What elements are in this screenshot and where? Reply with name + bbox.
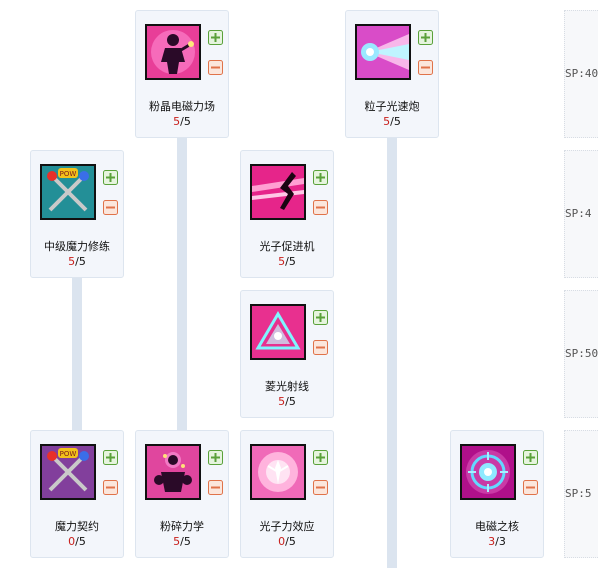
sp-label: SP:5: [565, 487, 592, 500]
skill-card[interactable]: 光子力效应 0/5: [240, 430, 334, 558]
skill-current-level: 5: [278, 395, 286, 408]
decrease-skill-button[interactable]: [313, 200, 328, 215]
increase-skill-button[interactable]: [313, 310, 328, 325]
increase-skill-button[interactable]: [208, 30, 223, 45]
increase-skill-button[interactable]: [313, 450, 328, 465]
skill-max-level: 5: [288, 535, 296, 548]
skill-name: 电磁之核: [475, 520, 519, 533]
decrease-skill-button[interactable]: [103, 200, 118, 215]
skill-max-level: 5: [393, 115, 401, 128]
skill-level: 5/5: [68, 255, 86, 268]
skill-card[interactable]: POW 中级魔力修练 5/5: [30, 150, 124, 278]
sp-label: SP:4: [565, 207, 592, 220]
sp-requirement: SP:40: [564, 10, 598, 138]
decrease-skill-button[interactable]: [103, 480, 118, 495]
pow-wands-purple-icon[interactable]: POW: [40, 444, 96, 500]
crush-mechanics-icon[interactable]: [145, 444, 201, 500]
prism-ray-icon[interactable]: [250, 304, 306, 360]
skill-level: 5/5: [173, 115, 191, 128]
sp-requirement: SP:4: [564, 150, 598, 278]
sp-requirement: SP:50: [564, 290, 598, 418]
decrease-skill-button[interactable]: [313, 340, 328, 355]
skill-current-level: 5: [383, 115, 391, 128]
skill-name: 光子力效应: [259, 520, 315, 533]
skill-card[interactable]: 菱光射线 5/5: [240, 290, 334, 418]
skill-level: 5/5: [278, 255, 296, 268]
skill-name: 粉晶电磁力场: [149, 100, 215, 113]
particle-beam-icon[interactable]: [355, 24, 411, 80]
skill-current-level: 5: [173, 115, 181, 128]
skill-card[interactable]: POW 魔力契约 0/5: [30, 430, 124, 558]
skill-current-level: 5: [68, 255, 76, 268]
skill-card[interactable]: 粒子光速炮 5/5: [345, 10, 439, 138]
skill-card[interactable]: 电磁之核 3/3: [450, 430, 544, 558]
sp-requirement: SP:5: [564, 430, 598, 558]
skill-level: 5/5: [173, 535, 191, 548]
skill-level: 3/3: [488, 535, 506, 548]
svg-text:POW: POW: [60, 450, 77, 458]
skill-level: 5/5: [278, 395, 296, 408]
decrease-skill-button[interactable]: [208, 60, 223, 75]
skill-max-level: 5: [78, 535, 86, 548]
sp-label: SP:50: [565, 347, 598, 360]
tree-connector: [387, 138, 397, 568]
skill-max-level: 5: [288, 395, 296, 408]
sp-label: SP:40: [565, 67, 598, 80]
increase-skill-button[interactable]: [313, 170, 328, 185]
skill-name: 粒子光速炮: [364, 100, 420, 113]
tree-connector: [72, 278, 82, 432]
increase-skill-button[interactable]: [418, 30, 433, 45]
decrease-skill-button[interactable]: [523, 480, 538, 495]
decrease-skill-button[interactable]: [313, 480, 328, 495]
skill-level: 0/5: [68, 535, 86, 548]
skill-name: 光子促进机: [259, 240, 315, 253]
skill-current-level: 5: [278, 255, 286, 268]
skill-current-level: 0: [68, 535, 76, 548]
svg-text:POW: POW: [60, 170, 77, 178]
photon-force-icon[interactable]: [250, 444, 306, 500]
em-core-icon[interactable]: [460, 444, 516, 500]
increase-skill-button[interactable]: [523, 450, 538, 465]
skill-max-level: 5: [183, 535, 191, 548]
skill-level: 5/5: [383, 115, 401, 128]
skill-max-level: 5: [78, 255, 86, 268]
skill-name: 粉碎力学: [160, 520, 204, 533]
skill-current-level: 3: [488, 535, 496, 548]
decrease-skill-button[interactable]: [208, 480, 223, 495]
skill-name: 菱光射线: [265, 380, 309, 393]
increase-skill-button[interactable]: [103, 450, 118, 465]
pow-wands-icon[interactable]: POW: [40, 164, 96, 220]
skill-max-level: 3: [498, 535, 506, 548]
skill-level: 0/5: [278, 535, 296, 548]
skill-name: 魔力契约: [55, 520, 99, 533]
skill-current-level: 5: [173, 535, 181, 548]
pink-figure-icon[interactable]: [145, 24, 201, 80]
skill-max-level: 5: [183, 115, 191, 128]
skill-card[interactable]: 粉碎力学 5/5: [135, 430, 229, 558]
increase-skill-button[interactable]: [208, 450, 223, 465]
decrease-skill-button[interactable]: [418, 60, 433, 75]
skill-card[interactable]: 光子促进机 5/5: [240, 150, 334, 278]
skill-card[interactable]: 粉晶电磁力场 5/5: [135, 10, 229, 138]
increase-skill-button[interactable]: [103, 170, 118, 185]
skill-current-level: 0: [278, 535, 286, 548]
tree-connector: [177, 138, 187, 432]
skill-max-level: 5: [288, 255, 296, 268]
photon-kick-icon[interactable]: [250, 164, 306, 220]
skill-name: 中级魔力修练: [44, 240, 110, 253]
